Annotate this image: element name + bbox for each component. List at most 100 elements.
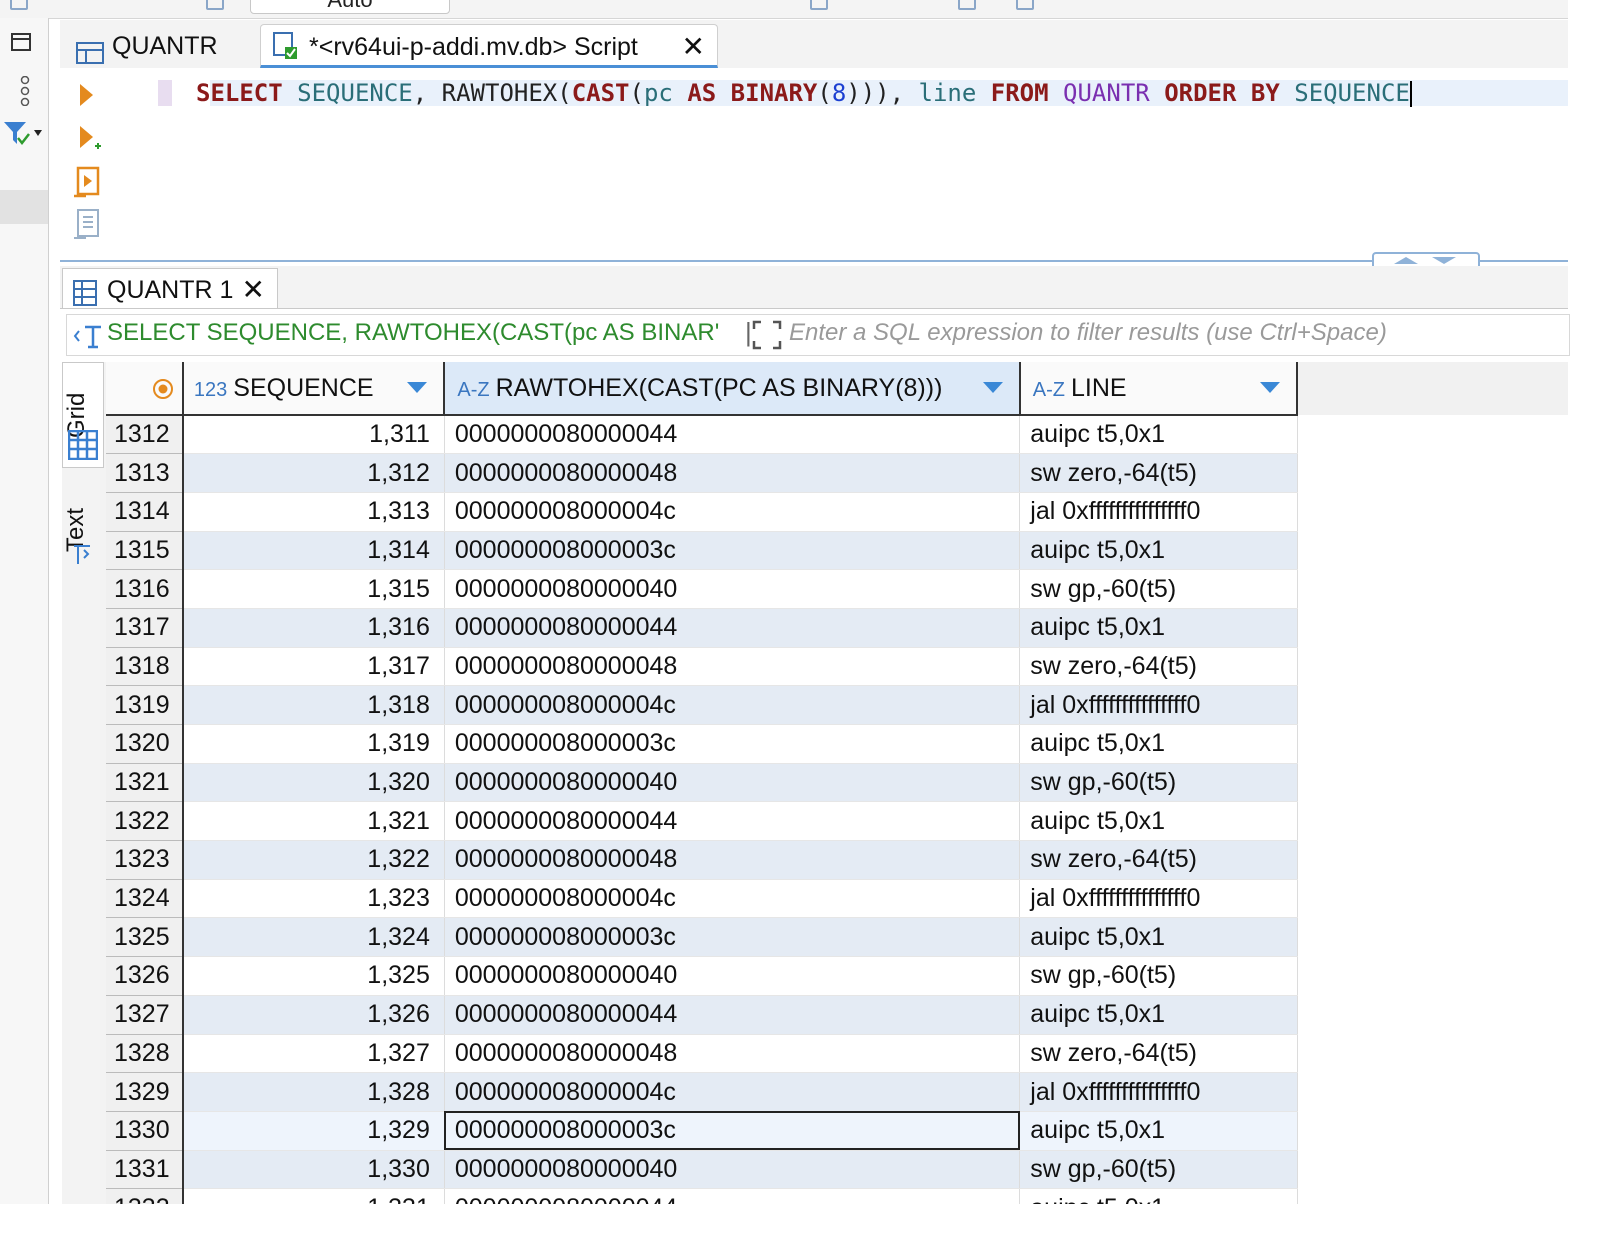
restore-window-icon[interactable] (10, 32, 34, 60)
row-number-cell[interactable]: 1315 (106, 531, 184, 571)
rawtohex-cell[interactable]: 000000008000003c (444, 917, 1021, 958)
rawtohex-cell[interactable]: 0000000080000048 (444, 840, 1021, 880)
rawtohex-cell[interactable]: 0000000080000044 (444, 801, 1021, 842)
line-cell[interactable]: jal 0xfffffffffffffff0 (1019, 685, 1298, 725)
row-number-cell[interactable]: 1328 (106, 1034, 184, 1074)
line-cell[interactable]: auipc t5,0x1 (1019, 801, 1298, 842)
rawtohex-cell[interactable]: 000000008000003c (444, 1111, 1021, 1151)
row-number-cell[interactable]: 1322 (106, 801, 184, 842)
table-row[interactable]: 1318 1,317 0000000080000048 sw zero,-64(t5) (106, 647, 1568, 687)
line-cell[interactable]: auipc t5,0x1 (1019, 415, 1298, 455)
table-row[interactable]: 13321,3310000000080000044auipc t5,0x1 (106, 1188, 1568, 1204)
line-cell[interactable]: auipc t5,0x1 (1019, 1111, 1298, 1151)
column-header-line[interactable]: A-Z LINE (1019, 362, 1299, 416)
row-number-cell[interactable]: 1331 (106, 1150, 184, 1190)
sequence-cell[interactable]: 1,317 (182, 647, 445, 687)
table-row[interactable]: 1331 1,330 0000000080000040 sw gp,-60(t5) (106, 1150, 1568, 1190)
sequence-cell[interactable]: 1,326 (182, 995, 445, 1035)
execute-script-icon[interactable] (72, 166, 102, 205)
rawtohex-cell[interactable]: 0000000080000044 (444, 608, 1021, 648)
row-number-cell[interactable]: 1326 (106, 956, 184, 996)
close-icon[interactable]: ✕ (242, 269, 265, 311)
sequence-cell[interactable]: 1,315 (182, 569, 445, 609)
table-row[interactable]: 1323 1,322 0000000080000048 sw zero,-64(t5) (106, 840, 1568, 880)
row-number-cell[interactable]: 1320 (106, 724, 184, 764)
editor-results-splitter[interactable] (60, 260, 1568, 262)
table-row[interactable]: 1325 1,324 000000008000003c auipc t5,0x1 (106, 917, 1568, 958)
left-panel-selection[interactable] (0, 190, 48, 224)
line-cell[interactable]: sw zero,-64(t5) (1019, 1034, 1298, 1074)
rawtohex-cell[interactable]: 0000000080000044 (444, 1188, 1021, 1204)
tab-script[interactable]: *<rv64ui-p-addi.mv.db> Script ✕ (260, 24, 718, 68)
tab-quantr[interactable]: QUANTR (66, 24, 260, 68)
rawtohex-cell[interactable]: 0000000080000040 (444, 763, 1021, 803)
column-header-rawtohex[interactable]: A-Z RAWTOHEX(CAST(PC AS BINARY(8))) (444, 362, 1021, 416)
table-row[interactable]: 1322 1,321 0000000080000044 auipc t5,0x1 (106, 801, 1568, 842)
line-cell[interactable]: sw zero,-64(t5) (1019, 453, 1298, 493)
line-cell[interactable]: jal 0xfffffffffffffff0 (1019, 879, 1298, 919)
table-row[interactable]: 1319 1,318 000000008000004c jal 0xfffffffff… (106, 685, 1568, 725)
row-number-cell[interactable]: 1329 (106, 1072, 184, 1112)
line-cell[interactable]: sw gp,-60(t5) (1019, 763, 1298, 803)
table-row[interactable]: 1314 1,313 000000008000004c jal 0xfffffffff… (106, 492, 1568, 532)
expand-filter-icon[interactable] (751, 319, 783, 356)
row-number-cell[interactable]: 1312 (106, 415, 184, 455)
table-row[interactable]: 1326 1,325 0000000080000040 sw gp,-60(t5) (106, 956, 1568, 996)
row-number-cell[interactable]: 1327 (106, 995, 184, 1035)
toolbar-icon[interactable] (1016, 0, 1034, 10)
rawtohex-cell[interactable]: 0000000080000048 (444, 453, 1021, 493)
row-number-cell[interactable]: 1316 (106, 569, 184, 609)
sequence-cell[interactable]: 1,313 (182, 492, 445, 532)
sequence-cell[interactable]: 1,324 (182, 917, 445, 958)
table-row[interactable]: 1330 1,329 000000008000003c auipc t5,0x1 (106, 1111, 1568, 1151)
sequence-cell[interactable]: 1,323 (182, 879, 445, 919)
table-row[interactable]: 1312 1,311 0000000080000044 auipc t5,0x1 (106, 415, 1568, 455)
row-number-cell[interactable]: 1314 (106, 492, 184, 532)
line-cell[interactable]: sw gp,-60(t5) (1019, 1150, 1298, 1190)
execute-in-new-tab-icon[interactable] (80, 126, 102, 159)
rawtohex-cell[interactable]: 0000000080000044 (444, 415, 1021, 455)
rawtohex-cell[interactable]: 000000008000004c (444, 879, 1021, 919)
tab-results-quantr-1[interactable]: QUANTR 1 ✕ (62, 268, 278, 308)
row-number-cell[interactable]: 1318 (106, 647, 184, 687)
line-cell[interactable]: sw zero,-64(t5) (1019, 840, 1298, 880)
line-cell[interactable]: auipc t5,0x1 (1019, 531, 1298, 571)
rawtohex-cell[interactable]: 000000008000003c (444, 724, 1021, 764)
line-cell[interactable]: auipc t5,0x1 (1019, 995, 1298, 1035)
sequence-cell[interactable]: 1,325 (182, 956, 445, 996)
sql-editor[interactable]: SELECT SEQUENCE, RAWTOHEX(CAST(pc AS BIN… (60, 68, 1568, 262)
rawtohex-cell[interactable]: 0000000080000048 (444, 1034, 1021, 1074)
sequence-cell[interactable]: 1,316 (182, 608, 445, 648)
sequence-cell[interactable]: 1,321 (182, 801, 445, 842)
rawtohex-cell[interactable]: 000000008000004c (444, 685, 1021, 725)
row-number-header[interactable] (106, 362, 184, 416)
toolbar-icon[interactable] (10, 0, 28, 10)
table-row[interactable]: 1321 1,320 0000000080000040 sw gp,-60(t5) (106, 763, 1568, 803)
filter-expression-input[interactable]: Enter a SQL expression to filter results… (789, 319, 1549, 347)
row-number-cell[interactable]: 1323 (106, 840, 184, 880)
sequence-cell[interactable]: 1,319 (182, 724, 445, 764)
toolbar-icon[interactable] (810, 0, 828, 10)
sort-dropdown-icon[interactable] (1260, 382, 1281, 393)
table-row[interactable]: 1315 1,314 000000008000003c auipc t5,0x1 (106, 531, 1568, 571)
results-grid[interactable]: 123 SEQUENCE A-Z RAWTOHEX(CAST(PC AS BINAR… (106, 362, 1568, 1204)
row-number-cell[interactable]: 1330 (106, 1111, 184, 1151)
close-icon[interactable]: ✕ (682, 25, 705, 69)
sequence-cell[interactable]: 1,330 (182, 1150, 445, 1190)
table-row[interactable]: 1327 1,326 0000000080000044 auipc t5,0x1 (106, 995, 1568, 1035)
sort-dropdown-icon[interactable] (407, 382, 428, 393)
rawtohex-cell[interactable]: 000000008000003c (444, 531, 1021, 571)
sql-query-line[interactable]: SELECT SEQUENCE, RAWTOHEX(CAST(pc AS BIN… (196, 78, 1412, 108)
rawtohex-cell[interactable]: 0000000080000044 (444, 995, 1021, 1035)
rawtohex-cell[interactable]: 000000008000004c (444, 492, 1021, 532)
line-cell[interactable]: sw gp,-60(t5) (1019, 569, 1298, 609)
line-cell[interactable]: jal 0xfffffffffffffff0 (1019, 492, 1298, 532)
column-header-sequence[interactable]: 123 SEQUENCE (182, 362, 446, 416)
row-number-cell[interactable]: 1319 (106, 685, 184, 725)
rawtohex-cell[interactable]: 0000000080000040 (444, 569, 1021, 609)
line-cell[interactable]: auipc t5,0x1 (1019, 917, 1298, 958)
line-cell[interactable]: auipc t5,0x1 (1019, 1188, 1298, 1204)
row-number-cell[interactable]: 1321 (106, 763, 184, 803)
row-number-cell[interactable]: 1317 (106, 608, 184, 648)
table-row[interactable]: 1328 1,327 0000000080000048 sw zero,-64(t5) (106, 1034, 1568, 1074)
